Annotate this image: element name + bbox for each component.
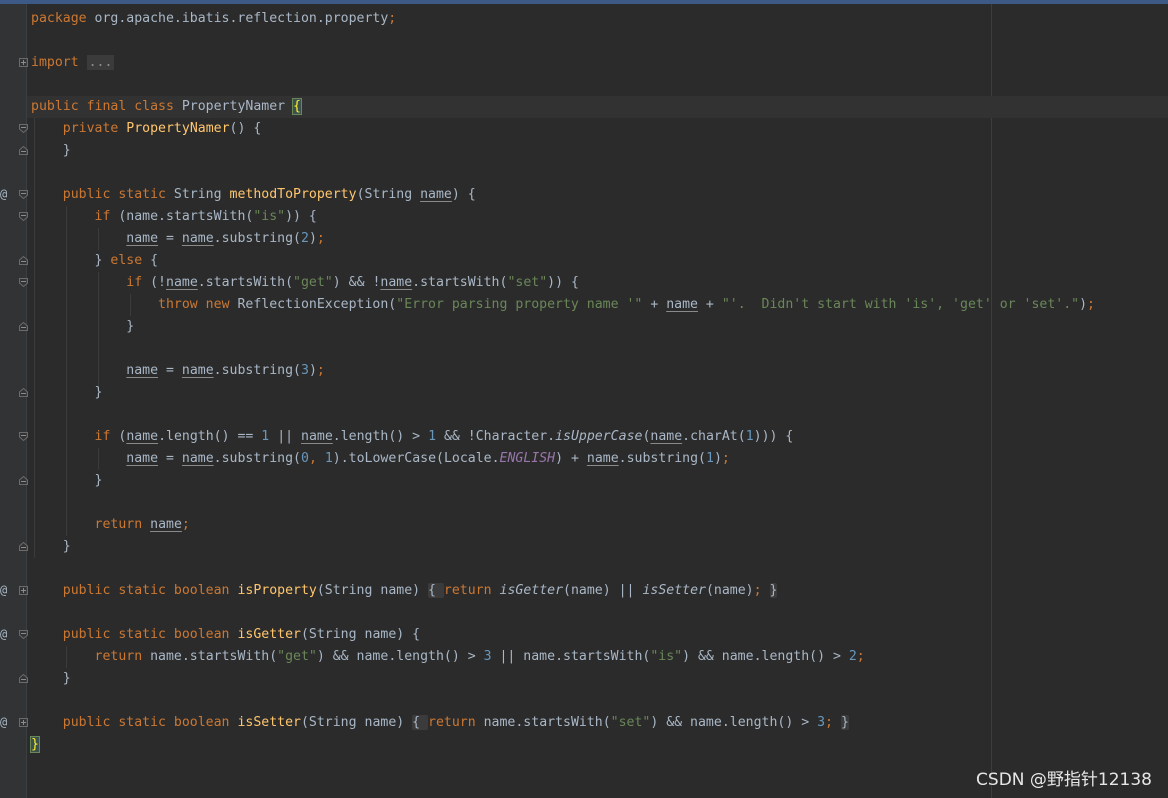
code-line: if (name.length() == 1 || name.length() …: [94, 429, 794, 444]
fold-icon[interactable]: [19, 278, 28, 287]
folded-body[interactable]: }: [769, 583, 778, 598]
code-line: if (!name.startsWith("get") && !name.sta…: [126, 275, 579, 290]
fold-icon[interactable]: [19, 674, 28, 683]
code-line: }: [31, 385, 103, 400]
override-at-icon[interactable]: @: [0, 627, 10, 641]
code-area[interactable]: package org.apache.ibatis.reflection.pro…: [30, 8, 1095, 756]
fold-icon[interactable]: [19, 146, 28, 155]
code-line: public static boolean isGetter(String na…: [62, 627, 421, 642]
code-line: public static boolean isProperty(String …: [62, 583, 778, 598]
code-line: name = name.substring(3);: [126, 363, 325, 378]
code-line: public static boolean isSetter(String na…: [62, 715, 849, 730]
code-line: }: [31, 671, 71, 686]
fold-icon[interactable]: [19, 476, 28, 485]
fold-icon[interactable]: [19, 388, 28, 397]
code-line: return name.startsWith("get") && name.le…: [94, 649, 865, 664]
code-line: public static String methodToProperty(St…: [62, 187, 476, 202]
code-line: name = name.substring(2);: [126, 231, 325, 246]
code-line: package org.apache.ibatis.reflection.pro…: [31, 11, 397, 26]
fold-icon[interactable]: [19, 212, 28, 221]
override-at-icon[interactable]: @: [0, 715, 10, 729]
fold-icon[interactable]: [19, 322, 28, 331]
override-at-icon[interactable]: @: [0, 187, 10, 201]
code-line: name = name.substring(0, 1).toLowerCase(…: [126, 451, 730, 466]
folded-body[interactable]: {: [412, 715, 429, 730]
code-line: throw new ReflectionException("Error par…: [158, 297, 1095, 312]
code-line: }: [31, 539, 71, 554]
folded-imports[interactable]: ...: [86, 55, 115, 70]
fold-icon[interactable]: [19, 256, 28, 265]
code-line: }: [31, 319, 135, 334]
fold-icon[interactable]: [19, 630, 28, 639]
code-line: private PropertyNamer() {: [62, 121, 262, 136]
fold-icon[interactable]: [19, 718, 28, 727]
fold-icon[interactable]: [19, 432, 28, 441]
code-line: }: [31, 143, 71, 158]
code-line: }: [30, 736, 40, 753]
code-line: import ...: [31, 55, 115, 70]
fold-icon[interactable]: [19, 190, 28, 199]
folded-body[interactable]: }: [840, 715, 849, 730]
code-line: public final class PropertyNamer {: [31, 98, 302, 115]
fold-icon[interactable]: [19, 124, 28, 133]
code-line: }: [31, 473, 103, 488]
watermark: CSDN @野指针12138: [976, 770, 1152, 790]
folded-body[interactable]: {: [428, 583, 444, 598]
code-line: if (name.startsWith("is")) {: [94, 209, 317, 224]
code-line: } else {: [31, 253, 159, 268]
override-at-icon[interactable]: @: [0, 583, 10, 597]
fold-icon[interactable]: [19, 542, 28, 551]
fold-icon[interactable]: [19, 586, 28, 595]
fold-icon[interactable]: [19, 58, 28, 67]
window-top-edge: [0, 0, 1168, 4]
code-line: return name;: [94, 517, 190, 532]
